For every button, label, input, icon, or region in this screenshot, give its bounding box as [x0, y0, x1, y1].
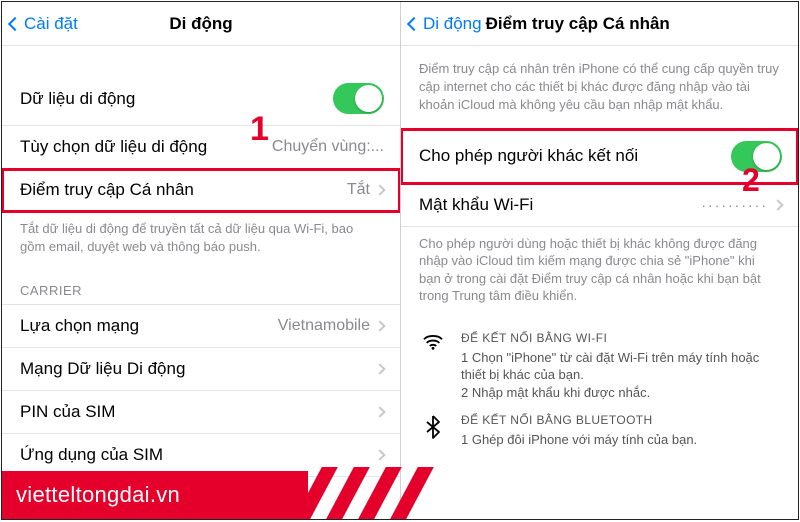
row-wifi-password[interactable]: Mật khẩu Wi-Fi ··········	[401, 184, 798, 227]
allow-others-note: Cho phép người dùng hoặc thiết bị khác k…	[401, 227, 798, 315]
back-button-left[interactable]: Cài đặt	[10, 14, 78, 34]
cellular-footer-note: Tắt dữ liệu di động để truyền tất cả dữ …	[2, 212, 400, 265]
chevron-right-icon	[374, 363, 385, 374]
instructions-section: ĐỂ KẾT NỐI BẰNG WI-FI 1 Chọn "iPhone" từ…	[401, 315, 798, 451]
right-pane: Di động Điểm truy cập Cá nhân Điểm truy …	[400, 2, 798, 519]
wifi-icon	[419, 331, 447, 402]
row-network-selection[interactable]: Lựa chọn mạng Vietnamobile	[2, 304, 400, 348]
hotspot-header-note: Điểm truy cập cá nhân trên iPhone có thể…	[401, 46, 798, 129]
nav-bar-left: Cài đặt Di động	[2, 2, 400, 46]
bt-step-1: 1 Ghép đôi iPhone với máy tính của bạn.	[461, 431, 780, 449]
wifi-instructions: ĐỂ KẾT NỐI BẰNG WI-FI 1 Chọn "iPhone" từ…	[419, 321, 780, 404]
back-label: Di động	[423, 14, 482, 34]
left-content: Dữ liệu di động Tùy chọn dữ liệu di động…	[2, 46, 400, 519]
chevron-right-icon	[374, 406, 385, 417]
allow-others-toggle[interactable]	[731, 141, 782, 172]
nav-title-right: Điểm truy cập Cá nhân	[486, 14, 670, 34]
back-button-right[interactable]: Di động	[409, 14, 482, 34]
sim-pin-label: PIN của SIM	[20, 402, 115, 422]
back-label: Cài đặt	[24, 14, 78, 34]
carrier-header: CARRIER	[2, 265, 400, 304]
cellular-data-toggle[interactable]	[333, 83, 384, 114]
row-cellular-data[interactable]: Dữ liệu di động	[2, 72, 400, 126]
row-allow-others[interactable]: Cho phép người khác kết nối	[401, 129, 798, 184]
chevron-left-icon	[407, 16, 421, 30]
wifi-password-label: Mật khẩu Wi-Fi	[419, 195, 533, 215]
cellular-data-label: Dữ liệu di động	[20, 89, 135, 109]
row-data-options[interactable]: Tùy chọn dữ liệu di động Chuyển vùng:...	[2, 126, 400, 169]
chevron-right-icon	[374, 320, 385, 331]
bluetooth-icon	[419, 413, 447, 449]
hotspot-label: Điểm truy cập Cá nhân	[20, 180, 194, 200]
wifi-instr-title: ĐỂ KẾT NỐI BẰNG WI-FI	[461, 331, 780, 345]
allow-others-label: Cho phép người khác kết nối	[419, 146, 638, 166]
network-selection-value: Vietnamobile	[278, 317, 370, 335]
row-cellular-network[interactable]: Mạng Dữ liệu Di động	[2, 348, 400, 391]
sim-apps-label: Ứng dụng của SIM	[20, 445, 163, 465]
chevron-right-icon	[374, 184, 385, 195]
left-pane: Cài đặt Di động Dữ liệu di động Tùy chọn…	[2, 2, 400, 519]
wifi-password-value: ··········	[701, 197, 768, 213]
row-sim-pin[interactable]: PIN của SIM	[2, 391, 400, 434]
row-sim-apps[interactable]: Ứng dụng của SIM	[2, 434, 400, 477]
bluetooth-instructions: ĐỂ KẾT NỐI BẰNG BLUETOOTH 1 Ghép đôi iPh…	[419, 403, 780, 451]
hotspot-value: Tắt	[347, 181, 370, 199]
wifi-step-2: 2 Nhập mật khẩu khi được nhắc.	[461, 384, 780, 402]
row-personal-hotspot[interactable]: Điểm truy cập Cá nhân Tắt	[2, 169, 400, 212]
data-options-label: Tùy chọn dữ liệu di động	[20, 137, 207, 157]
right-content: Điểm truy cập cá nhân trên iPhone có thể…	[401, 46, 798, 519]
chevron-right-icon	[374, 449, 385, 460]
wifi-step-1: 1 Chọn "iPhone" từ cài đặt Wi-Fi trên má…	[461, 349, 780, 384]
chevron-right-icon	[772, 199, 783, 210]
network-selection-label: Lựa chọn mạng	[20, 316, 139, 336]
data-options-value: Chuyển vùng:...	[272, 138, 384, 156]
cellular-network-label: Mạng Dữ liệu Di động	[20, 359, 185, 379]
nav-bar-right: Di động Điểm truy cập Cá nhân	[401, 2, 798, 46]
bt-instr-title: ĐỂ KẾT NỐI BẰNG BLUETOOTH	[461, 413, 780, 427]
chevron-left-icon	[8, 16, 22, 30]
